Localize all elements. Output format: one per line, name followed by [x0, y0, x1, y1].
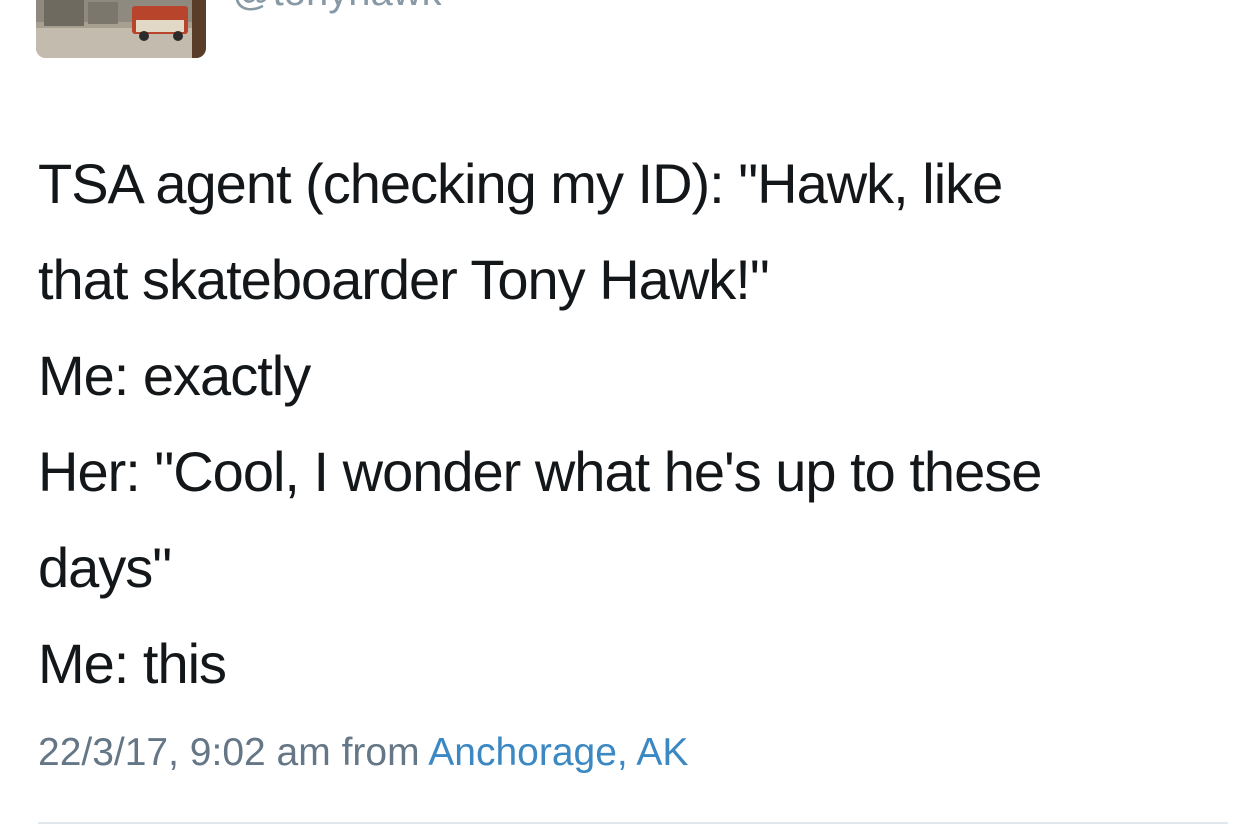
divider: [38, 822, 1228, 824]
tweet-timestamp[interactable]: 22/3/17, 9:02 am: [38, 731, 331, 774]
from-label: from: [341, 731, 420, 774]
tweet-header: @tonyhawk: [0, 0, 1250, 70]
tweet-line: Me: exactly: [38, 344, 311, 407]
avatar[interactable]: [36, 0, 206, 58]
tweet-meta: 22/3/17, 9:02 am from Anchorage, AK: [38, 730, 688, 776]
tweet-line: Me: this: [38, 632, 227, 695]
tweet-line: Her: "Cool, I wonder what he's up to the…: [38, 440, 1042, 503]
tweet-body: TSA agent (checking my ID): "Hawk, like …: [38, 136, 1228, 712]
tweet-line: days": [38, 536, 172, 599]
tweet-location-link[interactable]: Anchorage, AK: [428, 731, 688, 774]
avatar-photo-icon: [36, 0, 206, 58]
tweet-line: TSA agent (checking my ID): "Hawk, like: [38, 152, 1003, 215]
user-handle[interactable]: @tonyhawk: [232, 0, 442, 14]
tweet-line: that skateboarder Tony Hawk!": [38, 248, 770, 311]
